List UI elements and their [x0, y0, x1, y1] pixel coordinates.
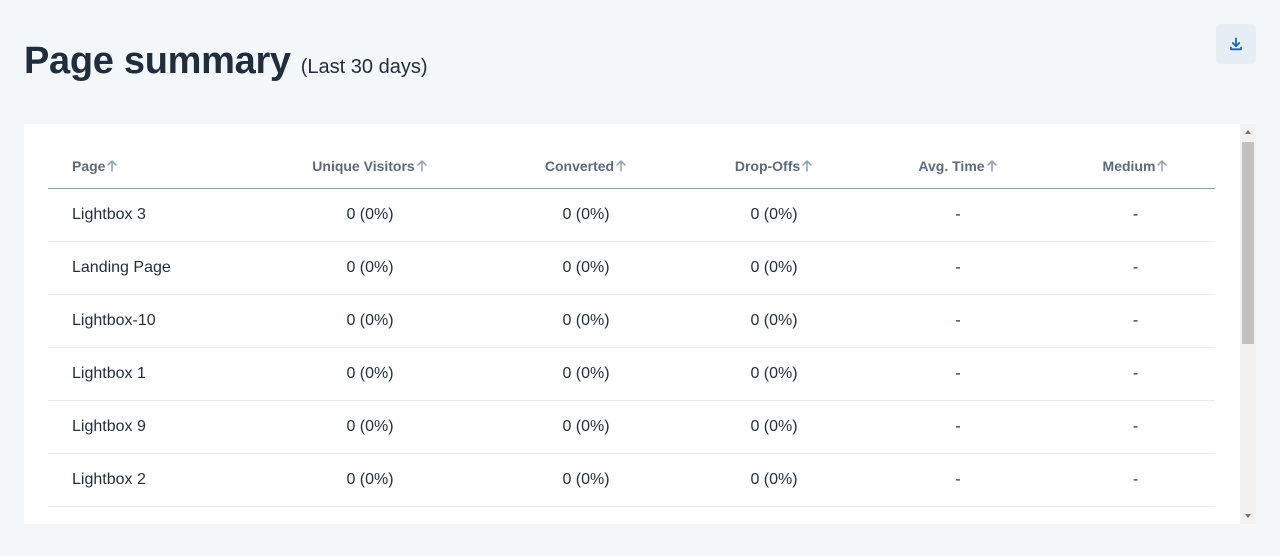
download-icon [1230, 37, 1242, 51]
table-row: Lightbox-10 0 (0%) 0 (0%) 0 (0%) - - [48, 294, 1215, 348]
cell-drop-offs: 0 (0%) [688, 294, 860, 348]
sort-arrow-icon [416, 159, 428, 175]
column-header-medium[interactable]: Medium [1056, 146, 1215, 189]
sort-arrow-icon [615, 159, 627, 175]
cell-medium: - [1056, 241, 1215, 295]
cell-page [48, 506, 256, 524]
cell-page: Lightbox-10 [48, 294, 256, 348]
cell-unique-visitors: 0 (0%) [256, 294, 484, 348]
cell-page: Lightbox 9 [48, 400, 256, 454]
table-row [48, 506, 1215, 524]
table-row: Landing Page 0 (0%) 0 (0%) 0 (0%) - - [48, 241, 1215, 295]
cell-page: Lightbox 2 [48, 453, 256, 507]
cell-avg-time: - [860, 453, 1056, 507]
scroll-up-button[interactable] [1240, 124, 1256, 140]
scroll-down-button[interactable] [1240, 508, 1256, 524]
table-row: Lightbox 2 0 (0%) 0 (0%) 0 (0%) - - [48, 453, 1215, 507]
cell-drop-offs: 0 (0%) [688, 400, 860, 454]
sort-arrow-icon [106, 159, 118, 175]
cell-unique-visitors [256, 506, 484, 524]
cell-page: Landing Page [48, 241, 256, 295]
cell-converted: 0 (0%) [484, 347, 688, 401]
cell-drop-offs: 0 (0%) [688, 347, 860, 401]
cell-avg-time: - [860, 347, 1056, 401]
cell-avg-time: - [860, 188, 1056, 242]
download-button[interactable] [1216, 24, 1256, 64]
page-subtitle: (Last 30 days) [300, 56, 428, 78]
cell-avg-time: - [860, 241, 1056, 295]
cell-medium: - [1056, 400, 1215, 454]
cell-converted: 0 (0%) [484, 188, 688, 242]
cell-medium [1056, 506, 1215, 524]
cell-drop-offs: 0 (0%) [688, 453, 860, 507]
table-row: Lightbox 1 0 (0%) 0 (0%) 0 (0%) - - [48, 347, 1215, 401]
cell-avg-time [860, 506, 1056, 524]
cell-drop-offs [688, 506, 860, 524]
cell-converted: 0 (0%) [484, 453, 688, 507]
cell-drop-offs: 0 (0%) [688, 188, 860, 242]
cell-unique-visitors: 0 (0%) [256, 241, 484, 295]
cell-drop-offs: 0 (0%) [688, 241, 860, 295]
cell-unique-visitors: 0 (0%) [256, 347, 484, 401]
cell-converted [484, 506, 688, 524]
cell-avg-time: - [860, 294, 1056, 348]
column-header-avg-time[interactable]: Avg. Time [860, 146, 1056, 189]
cell-unique-visitors: 0 (0%) [256, 188, 484, 242]
table-header-row: Page Unique Visitors Converted Drop-Offs… [48, 146, 1215, 189]
scrollbar-thumb[interactable] [1242, 142, 1254, 344]
cell-page: Lightbox 1 [48, 347, 256, 401]
page-summary-table: Page Unique Visitors Converted Drop-Offs… [48, 146, 1215, 524]
cell-unique-visitors: 0 (0%) [256, 400, 484, 454]
page-header: Page summary (Last 30 days) [24, 40, 428, 83]
column-header-unique-visitors[interactable]: Unique Visitors [256, 146, 484, 189]
vertical-scrollbar[interactable] [1240, 124, 1256, 524]
column-header-converted[interactable]: Converted [484, 146, 688, 189]
cell-unique-visitors: 0 (0%) [256, 453, 484, 507]
cell-page: Lightbox 3 [48, 188, 256, 242]
cell-medium: - [1056, 347, 1215, 401]
cell-avg-time: - [860, 400, 1056, 454]
table-row: Lightbox 3 0 (0%) 0 (0%) 0 (0%) - - [48, 188, 1215, 242]
sort-arrow-icon [801, 159, 813, 175]
page-title: Page summary [24, 40, 291, 82]
caret-up-icon [1245, 130, 1251, 134]
caret-down-icon [1245, 514, 1251, 518]
cell-medium: - [1056, 294, 1215, 348]
cell-converted: 0 (0%) [484, 241, 688, 295]
cell-medium: - [1056, 453, 1215, 507]
table-row: Lightbox 9 0 (0%) 0 (0%) 0 (0%) - - [48, 400, 1215, 454]
cell-converted: 0 (0%) [484, 400, 688, 454]
cell-medium: - [1056, 188, 1215, 242]
sort-arrow-icon [1156, 159, 1168, 175]
cell-converted: 0 (0%) [484, 294, 688, 348]
sort-arrow-icon [986, 159, 998, 175]
table-scroll-area[interactable]: Page Unique Visitors Converted Drop-Offs… [24, 124, 1240, 524]
page-summary-card: Page Unique Visitors Converted Drop-Offs… [24, 124, 1256, 524]
column-header-drop-offs[interactable]: Drop-Offs [688, 146, 860, 189]
column-header-page[interactable]: Page [48, 146, 256, 189]
